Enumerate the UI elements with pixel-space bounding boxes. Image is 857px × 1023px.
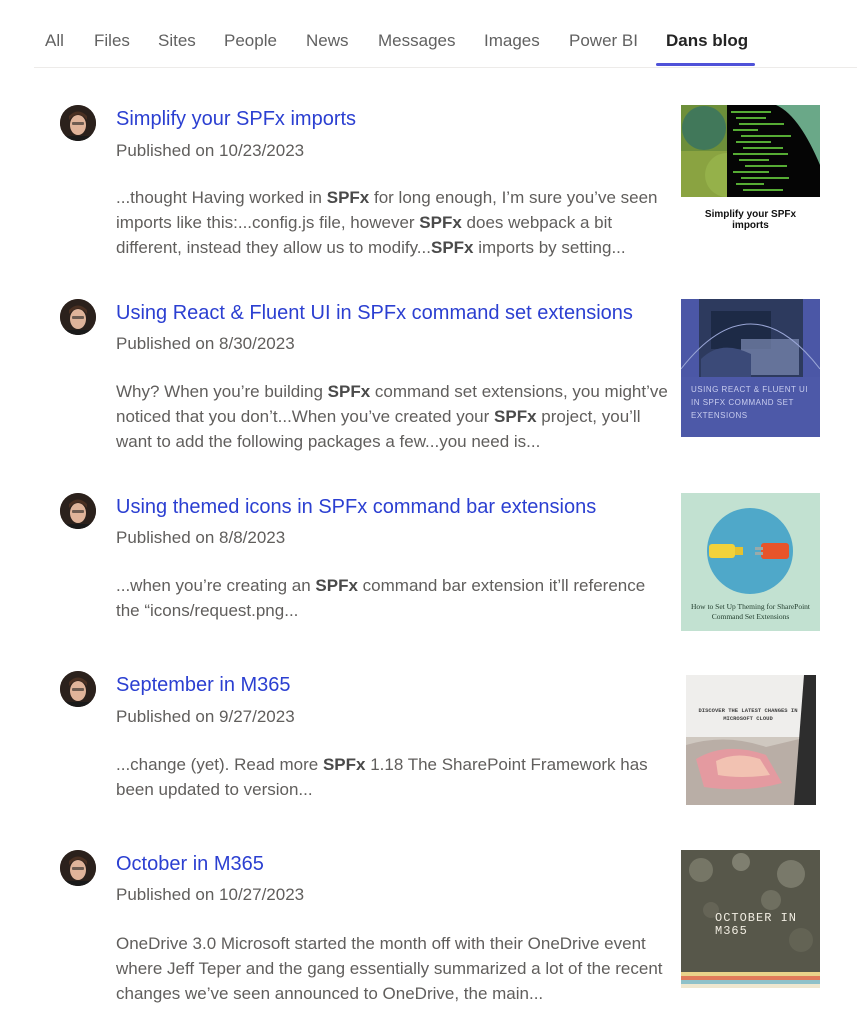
- snippet-text: ...change (yet). Read more: [116, 755, 323, 774]
- result-snippet: OneDrive 3.0 Microsoft started the month…: [116, 931, 672, 1006]
- thumbnail-caption: Simplify your SPFx imports: [704, 209, 797, 231]
- snippet-text: Why? When you’re building: [116, 382, 328, 401]
- result-thumbnail[interactable]: OCTOBER IN M365: [681, 850, 820, 988]
- tab-people[interactable]: People: [224, 31, 277, 51]
- tab-messages[interactable]: Messages: [378, 31, 455, 51]
- tab-dans-blog[interactable]: Dans blog: [666, 31, 748, 51]
- highlighted-keyword: SPFx: [494, 407, 537, 426]
- result-date: Published on 8/8/2023: [116, 528, 286, 547]
- result-title-link[interactable]: Using themed icons in SPFx command bar e…: [116, 496, 596, 519]
- result-title-link[interactable]: Using React & Fluent UI in SPFx command …: [116, 302, 633, 325]
- result-thumbnail[interactable]: USING REACT & FLUENT UI IN SPFX COMMAND …: [681, 299, 820, 437]
- highlighted-keyword: SPFx: [419, 213, 462, 232]
- snippet-text: ...when you’re creating an: [116, 576, 316, 595]
- highlighted-keyword: SPFx: [430, 238, 474, 257]
- avatar: [60, 299, 96, 335]
- tab-news[interactable]: News: [306, 31, 349, 51]
- result-snippet: ...change (yet). Read more SPFx 1.18 The…: [116, 752, 672, 802]
- tab-images[interactable]: Images: [484, 31, 540, 51]
- result-title-link[interactable]: September in M365: [116, 674, 291, 697]
- thumbnail-caption: USING REACT & FLUENT UI IN SPFX COMMAND …: [691, 385, 808, 420]
- result-snippet: ...when you’re creating an SPFx command …: [116, 573, 672, 623]
- tab-sites[interactable]: Sites: [158, 31, 196, 51]
- snippet-text: imports by setting...: [473, 238, 626, 257]
- active-tab-indicator: [656, 63, 755, 66]
- tab-all[interactable]: All: [45, 31, 64, 51]
- highlighted-keyword: SPFx: [315, 576, 358, 595]
- avatar: [60, 850, 96, 886]
- result-date: Published on 10/27/2023: [116, 885, 305, 904]
- tab-power-bi[interactable]: Power BI: [569, 31, 638, 51]
- snippet-text: OneDrive 3.0 Microsoft started the month…: [116, 934, 663, 1003]
- result-date: Published on 10/23/2023: [116, 141, 305, 160]
- result-title-link[interactable]: October in M365: [116, 853, 264, 876]
- result-thumbnail[interactable]: DISCOVER THE LATEST CHANGES IN MICROSOFT…: [686, 675, 816, 805]
- result-date: Published on 8/30/2023: [116, 334, 295, 353]
- result-date: Published on 9/27/2023: [116, 707, 295, 726]
- avatar: [60, 493, 96, 529]
- highlighted-keyword: SPFx: [327, 382, 371, 401]
- avatar: [60, 671, 96, 707]
- snippet-text: ...thought Having worked in: [116, 188, 327, 207]
- highlighted-keyword: SPFx: [322, 755, 366, 774]
- thumbnail-caption: How to Set Up Theming for SharePoint Com…: [690, 602, 811, 621]
- result-snippet: Why? When you’re building SPFx command s…: [116, 379, 672, 454]
- thumbnail-caption: OCTOBER IN M365: [715, 911, 798, 938]
- result-thumbnail[interactable]: How to Set Up Theming for SharePoint Com…: [681, 493, 820, 631]
- result-snippet: ...thought Having worked in SPFx for lon…: [116, 185, 672, 260]
- avatar: [60, 105, 96, 141]
- thumbnail-caption: DISCOVER THE LATEST CHANGES IN MICROSOFT…: [698, 707, 798, 722]
- result-thumbnail[interactable]: Simplify your SPFx imports: [681, 105, 820, 232]
- result-title-link[interactable]: Simplify your SPFx imports: [116, 108, 356, 131]
- tab-files[interactable]: Files: [94, 31, 130, 51]
- search-vertical-tabs: All Files Sites People News Messages Ima…: [34, 0, 857, 68]
- highlighted-keyword: SPFx: [326, 188, 370, 207]
